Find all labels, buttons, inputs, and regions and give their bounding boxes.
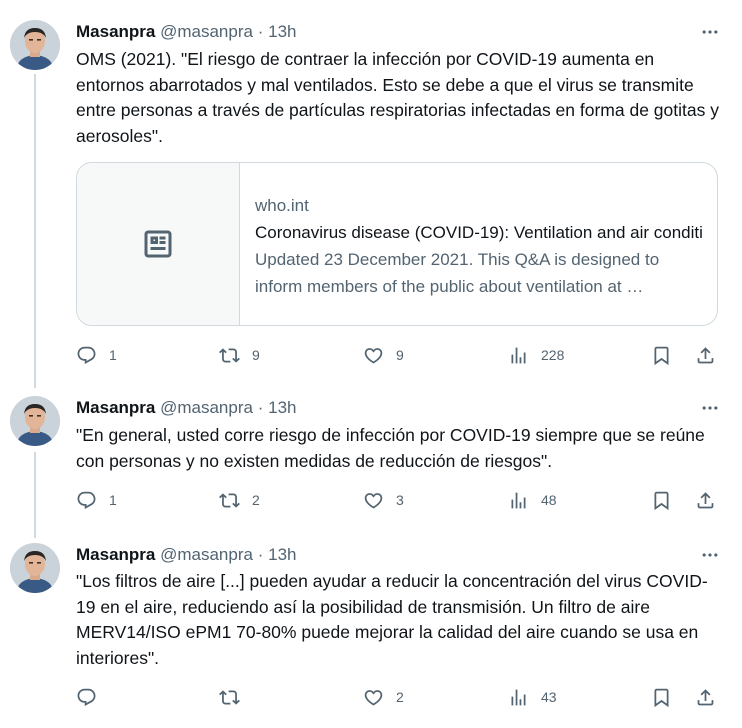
share-icon (695, 345, 716, 366)
reply-button[interactable]: 1 (76, 488, 117, 512)
bookmark-icon (651, 345, 672, 366)
avatar[interactable] (10, 396, 60, 446)
reply-icon (76, 490, 97, 511)
views-button[interactable]: 43 (508, 685, 557, 709)
views-count: 43 (541, 689, 557, 705)
separator-dot: · (257, 22, 264, 41)
more-options-button[interactable] (698, 22, 722, 42)
views-icon (508, 345, 529, 366)
tweet-text: "En general, usted corre riesgo de infec… (76, 425, 705, 471)
share-button[interactable] (695, 685, 716, 709)
user-handle[interactable]: @masanpra (160, 22, 253, 41)
link-card[interactable]: who.int Coronavirus disease (COVID-19): … (76, 162, 718, 326)
bookmark-icon (651, 490, 672, 511)
timestamp[interactable]: 13h (268, 22, 296, 41)
views-count: 48 (541, 492, 557, 508)
article-icon (144, 230, 172, 258)
reply-count: 1 (109, 347, 117, 363)
retweet-button[interactable]: 2 (219, 488, 260, 512)
tweet-actions: 1 9 9 228 (76, 343, 724, 367)
retweet-count: 9 (252, 347, 260, 363)
reply-count: 1 (109, 492, 117, 508)
card-thumbnail (77, 163, 240, 325)
share-button[interactable] (695, 343, 716, 367)
card-body: who.int Coronavirus disease (COVID-19): … (255, 193, 703, 300)
retweet-icon (219, 490, 240, 511)
avatar[interactable] (10, 543, 60, 593)
more-options-button[interactable] (698, 545, 722, 565)
like-icon (363, 687, 384, 708)
bookmark-button[interactable] (651, 488, 672, 512)
share-icon (695, 490, 716, 511)
display-name[interactable]: Masanpra (76, 22, 155, 41)
views-icon (508, 490, 529, 511)
more-horizontal-icon (698, 22, 722, 42)
display-name[interactable]: Masanpra (76, 398, 155, 417)
like-icon (363, 490, 384, 511)
share-icon (695, 687, 716, 708)
separator-dot: · (257, 545, 264, 564)
display-name[interactable]: Masanpra (76, 545, 155, 564)
like-button[interactable]: 3 (363, 488, 404, 512)
tweet-header: Masanpra @masanpra · 13h (76, 20, 296, 44)
tweet-text: "Los filtros de aire [...] pueden ayudar… (76, 571, 708, 668)
user-handle[interactable]: @masanpra (160, 398, 253, 417)
separator-dot: · (257, 398, 264, 417)
like-button[interactable]: 9 (363, 343, 404, 367)
retweet-icon (219, 345, 240, 366)
bookmark-button[interactable] (651, 343, 672, 367)
timestamp[interactable]: 13h (268, 398, 296, 417)
tweet[interactable]: Masanpra @masanpra · 13h "Los filtros de… (0, 543, 742, 723)
tweet-header: Masanpra @masanpra · 13h (76, 543, 296, 567)
retweet-count: 2 (252, 492, 260, 508)
views-count: 228 (541, 347, 565, 363)
bookmark-icon (651, 687, 672, 708)
timestamp[interactable]: 13h (268, 545, 296, 564)
reply-button[interactable] (76, 685, 109, 709)
like-count: 9 (396, 347, 404, 363)
retweet-icon (219, 687, 240, 708)
like-count: 2 (396, 689, 404, 705)
like-button[interactable]: 2 (363, 685, 404, 709)
reply-button[interactable]: 1 (76, 343, 117, 367)
user-handle[interactable]: @masanpra (160, 545, 253, 564)
share-button[interactable] (695, 488, 716, 512)
more-horizontal-icon (698, 545, 722, 565)
reply-icon (76, 345, 97, 366)
tweet-header: Masanpra @masanpra · 13h (76, 396, 296, 420)
tweet-actions: 1 2 3 48 (76, 488, 724, 512)
tweet[interactable]: Masanpra @masanpra · 13h OMS (2021). "El… (0, 20, 742, 380)
views-icon (508, 687, 529, 708)
views-button[interactable]: 228 (508, 343, 564, 367)
more-horizontal-icon (698, 398, 722, 418)
card-description: Updated 23 December 2021. This Q&A is de… (255, 250, 660, 296)
like-icon (363, 345, 384, 366)
card-domain: who.int (255, 196, 309, 215)
views-button[interactable]: 48 (508, 488, 557, 512)
reply-icon (76, 687, 97, 708)
retweet-button[interactable]: 9 (219, 343, 260, 367)
avatar[interactable] (10, 20, 60, 70)
tweet-actions: 2 43 (76, 685, 724, 709)
retweet-button[interactable] (219, 685, 252, 709)
bookmark-button[interactable] (651, 685, 672, 709)
more-options-button[interactable] (698, 398, 722, 418)
tweet-text: OMS (2021). "El riesgo de contraer la in… (76, 49, 719, 146)
tweet[interactable]: Masanpra @masanpra · 13h "En general, us… (0, 396, 742, 526)
like-count: 3 (396, 492, 404, 508)
card-title: Coronavirus disease (COVID-19): Ventilat… (255, 223, 703, 242)
